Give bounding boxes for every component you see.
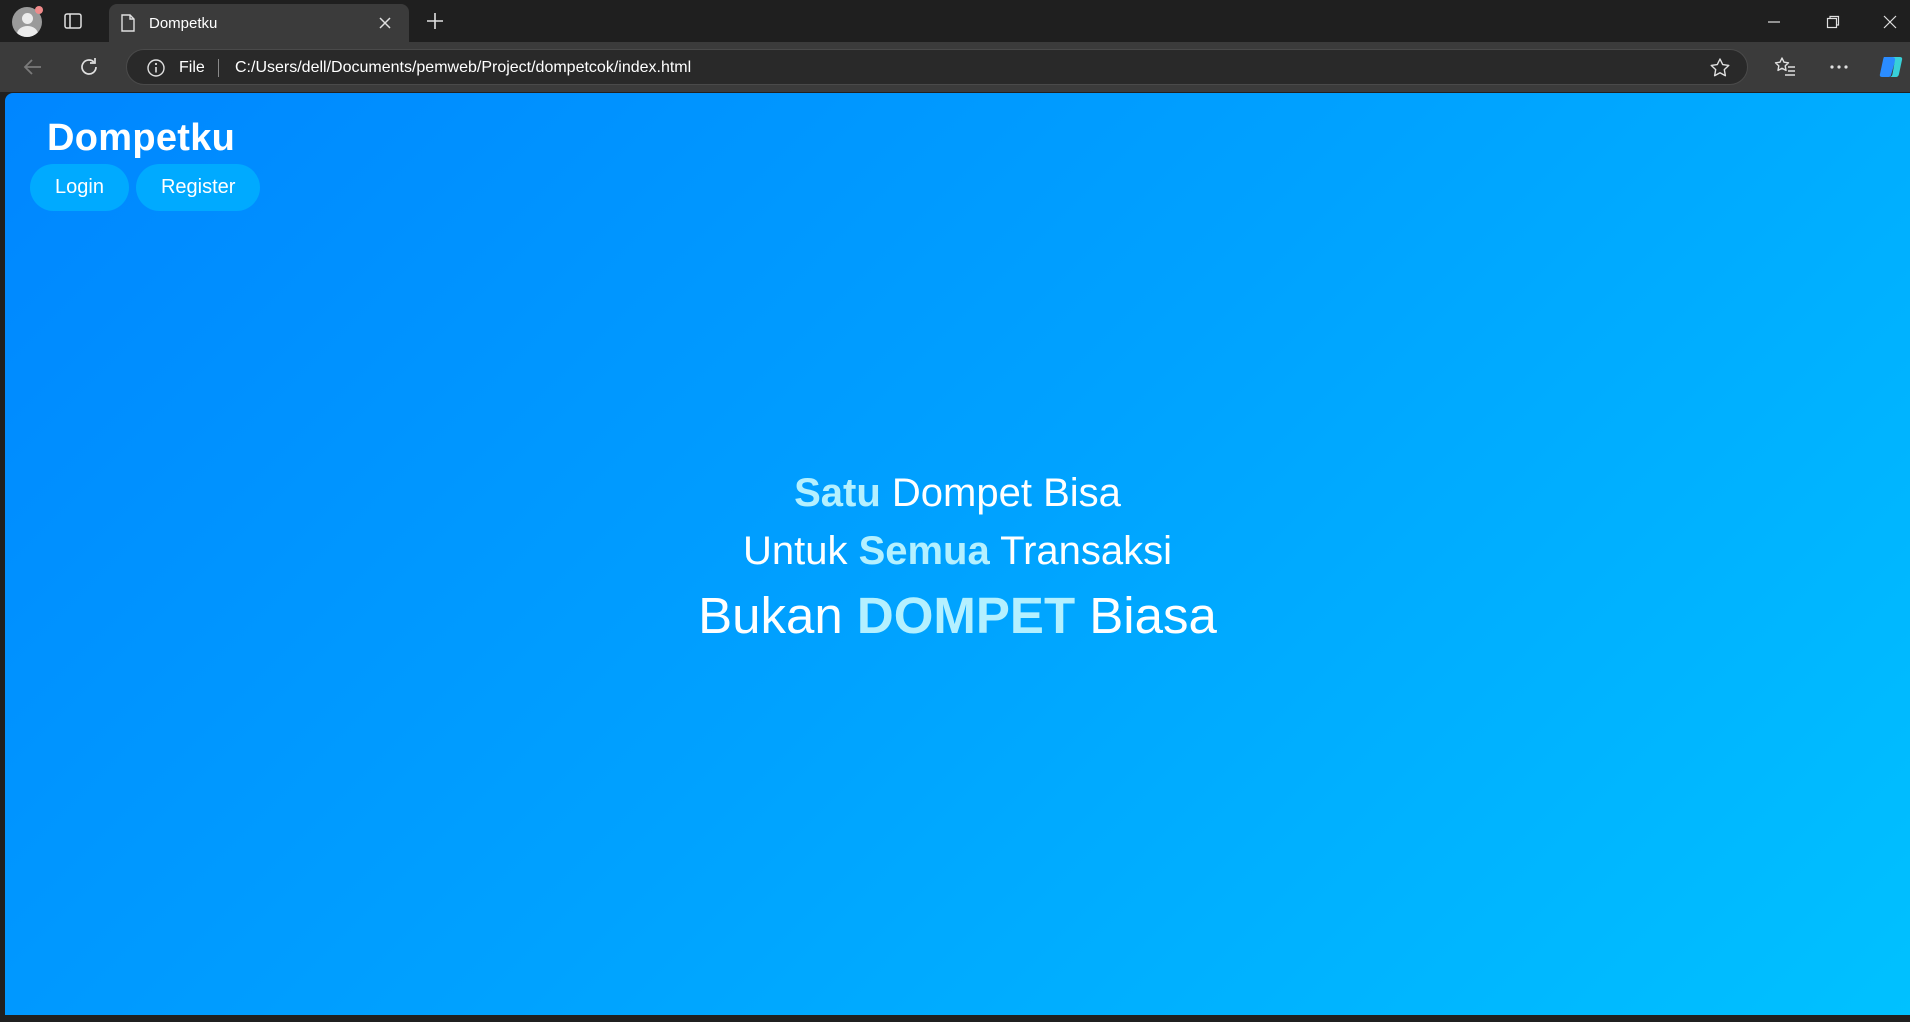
address-separator — [218, 59, 219, 77]
hero-line-1: Satu Dompet Bisa — [5, 465, 1910, 522]
register-button[interactable]: Register — [135, 164, 261, 211]
hero-line-3: Bukan DOMPET Biasa — [5, 581, 1910, 651]
more-icon[interactable] — [1826, 54, 1852, 80]
notification-dot — [35, 6, 43, 14]
browser-tab-bar: Dompetku — [0, 0, 1910, 42]
hero-highlight-dompet: DOMPET — [856, 587, 1076, 644]
hero-highlight-semua: Semua — [858, 529, 990, 573]
hero-highlight-satu: Satu — [794, 471, 881, 515]
hero-line-1-rest: Dompet Bisa — [880, 471, 1121, 515]
url-text[interactable]: C:/Users/dell/Documents/pemweb/Project/d… — [235, 59, 691, 77]
favorites-icon[interactable] — [1772, 54, 1798, 80]
restore-icon[interactable] — [1821, 10, 1845, 34]
brand-logo-text[interactable]: Dompetku — [47, 117, 235, 160]
page-viewport: Dompetku Login Register Satu Dompet Bisa… — [5, 93, 1910, 1015]
hero-line-2: Untuk Semua Transaksi — [5, 522, 1910, 581]
page-icon — [118, 13, 138, 33]
close-icon[interactable] — [375, 13, 395, 33]
hero-section: Satu Dompet Bisa Untuk Semua Transaksi B… — [5, 465, 1910, 651]
star-icon[interactable] — [1709, 57, 1731, 79]
copilot-icon[interactable] — [1878, 53, 1906, 81]
login-button[interactable]: Login — [30, 164, 129, 211]
tab-title: Dompetku — [149, 15, 218, 32]
close-window-icon[interactable] — [1878, 10, 1902, 34]
hero-line-2-after: Transaksi — [989, 529, 1173, 573]
window-bottom-edge — [0, 1015, 1910, 1022]
hero-line-3-before: Bukan — [698, 587, 857, 644]
tab-actions-icon[interactable] — [62, 10, 84, 32]
minimize-icon[interactable] — [1762, 10, 1786, 34]
scheme-label: File — [179, 59, 205, 76]
nav-buttons: Login Register — [30, 164, 261, 211]
info-icon[interactable] — [146, 58, 166, 78]
active-tab[interactable]: Dompetku — [109, 4, 409, 42]
address-bar[interactable]: File C:/Users/dell/Documents/pemweb/Proj… — [126, 49, 1748, 85]
hero-line-2-before: Untuk — [742, 529, 859, 573]
plus-icon[interactable] — [423, 9, 447, 33]
back-icon[interactable] — [20, 54, 46, 80]
hero-line-3-after: Biasa — [1075, 587, 1217, 644]
reload-icon[interactable] — [76, 54, 102, 80]
browser-toolbar: File C:/Users/dell/Documents/pemweb/Proj… — [0, 42, 1910, 92]
